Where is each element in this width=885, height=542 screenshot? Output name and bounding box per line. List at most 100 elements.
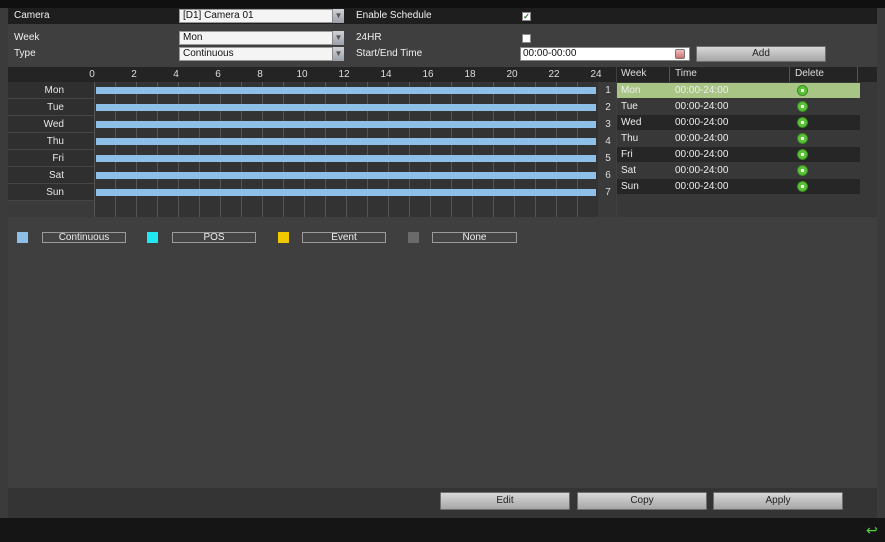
hour-label: 10 — [296, 69, 308, 80]
chevron-down-icon: ▼ — [332, 31, 344, 45]
legend-swatch-event — [278, 232, 289, 243]
hour-label: 16 — [422, 69, 434, 80]
list-header-divider — [857, 67, 858, 82]
timeline-day-label: Thu — [8, 133, 94, 150]
legend-swatch-none — [408, 232, 419, 243]
timeline-row-number: 2 — [605, 102, 611, 113]
hour-label: 18 — [464, 69, 476, 80]
delete-icon[interactable] — [797, 117, 808, 128]
list-item-week: Sun — [621, 181, 639, 192]
hour-label: 6 — [215, 69, 221, 80]
hour-label: 24 — [590, 69, 602, 80]
list-item-time: 00:00-24:00 — [675, 149, 729, 160]
timeline-row[interactable]: Wed 3 — [8, 116, 616, 133]
timeline-day-label: Mon — [8, 82, 94, 99]
week-select-value: Mon — [183, 32, 203, 43]
copy-button[interactable]: Copy — [577, 492, 707, 510]
hour-label: 12 — [338, 69, 350, 80]
list-item-time: 00:00-24:00 — [675, 165, 729, 176]
legend-label-pos: POS — [172, 232, 256, 243]
timeline-row[interactable]: Tue 2 — [8, 99, 616, 116]
timeline-row[interactable]: Sun 7 — [8, 184, 616, 201]
schedule-bar-continuous[interactable] — [96, 189, 596, 196]
list-item-time: 00:00-24:00 — [675, 133, 729, 144]
schedule-bar-continuous[interactable] — [96, 87, 596, 94]
start-end-time-input[interactable]: 00:00-00:00 — [520, 47, 690, 61]
24hr-label: 24HR — [356, 32, 382, 43]
chevron-down-icon: ▼ — [332, 9, 344, 23]
list-item-time: 00:00-24:00 — [675, 85, 729, 96]
week-select[interactable]: Mon ▼ — [179, 31, 344, 45]
schedule-list-header: Week Time Delete — [617, 67, 877, 82]
timeline-row[interactable]: Thu 4 — [8, 133, 616, 150]
hour-label: 4 — [173, 69, 179, 80]
list-item[interactable]: Mon 00:00-24:00 — [617, 83, 860, 98]
timeline-row-number: 6 — [605, 170, 611, 181]
delete-icon[interactable] — [797, 101, 808, 112]
top-bar — [0, 0, 885, 8]
hour-label: 8 — [257, 69, 263, 80]
timeline-day-label: Tue — [8, 99, 94, 116]
schedule-bar-continuous[interactable] — [96, 172, 596, 179]
schedule-window: Camera [D1] Camera 01 ▼ Enable Schedule … — [0, 0, 885, 542]
camera-row: Camera [D1] Camera 01 ▼ Enable Schedule … — [8, 8, 877, 24]
hour-label: 20 — [506, 69, 518, 80]
delete-icon[interactable] — [797, 165, 808, 176]
add-button[interactable]: Add — [696, 46, 826, 62]
list-item-week: Thu — [621, 133, 639, 144]
list-item[interactable]: Tue 00:00-24:00 — [617, 99, 860, 114]
hour-label: 14 — [380, 69, 392, 80]
list-item-time: 00:00-24:00 — [675, 117, 729, 128]
list-item[interactable]: Sun 00:00-24:00 — [617, 179, 860, 194]
delete-icon[interactable] — [797, 85, 808, 96]
list-header-divider — [789, 67, 790, 82]
type-select[interactable]: Continuous ▼ — [179, 47, 344, 61]
list-item[interactable]: Fri 00:00-24:00 — [617, 147, 860, 162]
enable-schedule-checkbox[interactable]: ✓ — [522, 12, 531, 21]
hour-label: 2 — [131, 69, 137, 80]
list-item-week: Wed — [621, 117, 642, 128]
type-row: Type Continuous ▼ Start/End Time 00:00-0… — [8, 46, 877, 62]
schedule-bar-continuous[interactable] — [96, 138, 596, 145]
hour-label: 22 — [548, 69, 560, 80]
schedule-bar-continuous[interactable] — [96, 121, 596, 128]
delete-icon[interactable] — [797, 181, 808, 192]
schedule-bar-continuous[interactable] — [96, 155, 596, 162]
apply-button[interactable]: Apply — [713, 492, 843, 510]
camera-select[interactable]: [D1] Camera 01 ▼ — [179, 9, 344, 23]
type-label: Type — [14, 48, 36, 59]
edit-button[interactable]: Edit — [440, 492, 570, 510]
status-bar — [0, 518, 885, 542]
timeline-row[interactable]: Mon 1 — [8, 82, 616, 99]
timeline-grid — [94, 201, 598, 217]
legend-swatch-continuous — [17, 232, 28, 243]
timeline-day-label: Fri — [8, 150, 94, 167]
chevron-down-icon: ▼ — [332, 47, 344, 61]
list-item[interactable]: Wed 00:00-24:00 — [617, 115, 860, 130]
timeline-row-number: 4 — [605, 136, 611, 147]
clock-icon[interactable] — [675, 49, 685, 59]
list-item[interactable]: Sat 00:00-24:00 — [617, 163, 860, 178]
timeline-row-number: 3 — [605, 119, 611, 130]
legend-label-none: None — [432, 232, 517, 243]
schedule-list: Week Time Delete Mon 00:00-24:00 Tue 00:00-… — [617, 67, 877, 217]
timeline-row[interactable]: Fri 5 — [8, 150, 616, 167]
legend-label-event: Event — [302, 232, 386, 243]
timeline-row-number: 7 — [605, 187, 611, 198]
list-header-time: Time — [675, 68, 697, 79]
timeline-day-label: Sat — [8, 167, 94, 184]
week-row: Week Mon ▼ 24HR — [8, 30, 877, 46]
list-item[interactable]: Thu 00:00-24:00 — [617, 131, 860, 146]
legend-label-continuous: Continuous — [42, 232, 126, 243]
schedule-bar-continuous[interactable] — [96, 104, 596, 111]
week-label: Week — [14, 32, 40, 43]
24hr-checkbox[interactable] — [522, 34, 531, 43]
list-header-delete: Delete — [795, 68, 824, 79]
delete-icon[interactable] — [797, 133, 808, 144]
delete-icon[interactable] — [797, 149, 808, 160]
list-item-week: Mon — [621, 85, 641, 96]
timeline-row[interactable]: Sat 6 — [8, 167, 616, 184]
legend-swatch-pos — [147, 232, 158, 243]
back-arrow-icon[interactable]: ↩ — [866, 523, 882, 537]
timeline-blank-row — [8, 201, 616, 218]
